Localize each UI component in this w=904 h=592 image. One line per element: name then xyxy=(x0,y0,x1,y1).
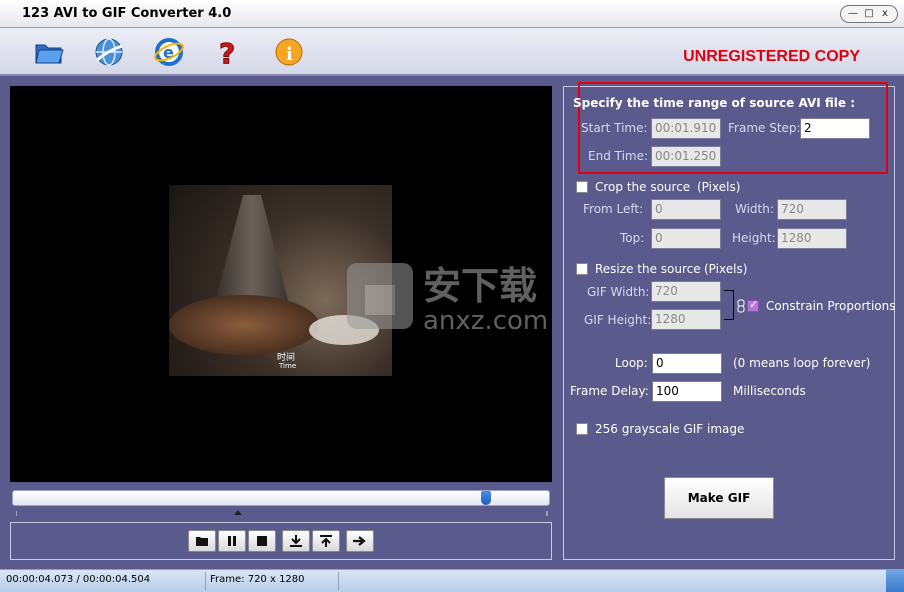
crop-width-label: Width: xyxy=(735,202,774,216)
window-title: 123 AVI to GIF Converter 4.0 xyxy=(22,6,232,21)
gif-width-field[interactable]: 720 xyxy=(651,281,721,302)
seek-thumb[interactable] xyxy=(481,491,491,505)
set-end-button[interactable] xyxy=(312,530,340,552)
next-icon xyxy=(353,536,366,546)
loop-hint: (0 means loop forever) xyxy=(733,356,871,370)
video-scene-pan xyxy=(169,295,319,355)
constrain-proportions-checkbox[interactable] xyxy=(747,298,759,312)
open-file-button[interactable] xyxy=(188,530,216,552)
set-start-button[interactable] xyxy=(282,530,310,552)
frame-step-label: Frame Step: xyxy=(728,121,801,135)
unregistered-label: UNREGISTERED COPY xyxy=(683,48,860,65)
frame-step-field[interactable]: 2 xyxy=(800,118,870,139)
crop-left-field[interactable]: 0 xyxy=(651,199,721,220)
pause-icon xyxy=(228,536,236,546)
crop-from-left-label: From Left: xyxy=(583,202,644,216)
mark-end-icon xyxy=(320,535,332,547)
grayscale-checkbox[interactable] xyxy=(576,423,588,435)
open-folder-icon[interactable] xyxy=(33,36,65,68)
watermark-text: 安下载 xyxy=(423,264,537,308)
svg-text:i: i xyxy=(286,44,293,65)
playback-controls xyxy=(10,522,552,560)
crop-unit-label: (Pixels) xyxy=(697,180,741,194)
mark-start-icon xyxy=(290,535,302,547)
status-divider xyxy=(338,572,339,590)
time-range-heading: Specify the time range of source AVI fil… xyxy=(573,96,855,110)
stop-button[interactable] xyxy=(248,530,276,552)
maximize-button[interactable]: □ xyxy=(862,8,876,20)
constrain-proportions-label: Constrain Proportions xyxy=(766,299,896,313)
status-bar: 00:00:04.073 / 00:00:04.504 Frame: 720 x… xyxy=(0,569,904,592)
resize-unit-label: (Pixels) xyxy=(704,262,748,276)
start-time-field[interactable]: 00:01.910 xyxy=(651,118,721,139)
svg-text:?: ? xyxy=(219,37,235,68)
crop-top-label: Top: xyxy=(620,231,645,245)
frame-delay-label: Frame Delay: xyxy=(570,384,649,398)
loop-label: Loop: xyxy=(615,356,648,370)
next-button[interactable] xyxy=(346,530,374,552)
seek-ticks xyxy=(16,510,548,516)
crop-width-field[interactable]: 720 xyxy=(777,199,847,220)
make-gif-button[interactable]: Make GIF xyxy=(664,477,774,519)
crop-checkbox[interactable] xyxy=(576,181,588,193)
frame-delay-field[interactable]: 100 xyxy=(652,381,722,402)
frame-delay-unit: Milliseconds xyxy=(733,384,806,398)
seek-bar[interactable] xyxy=(12,490,550,506)
crop-height-label: Height: xyxy=(732,231,776,245)
grayscale-label: 256 grayscale GIF image xyxy=(595,422,745,436)
help-icon[interactable]: ? xyxy=(213,36,245,69)
video-caption-english: Time xyxy=(279,362,297,370)
resize-grip[interactable] xyxy=(886,570,904,592)
web-update-icon[interactable] xyxy=(93,36,125,68)
resize-label: Resize the source xyxy=(595,262,701,276)
status-frame-size: Frame: 720 x 1280 xyxy=(210,574,305,585)
watermark-logo: 安下载 anxz.com xyxy=(347,263,548,335)
window-controls: — □ x xyxy=(840,5,898,23)
watermark-domain: anxz.com xyxy=(423,306,548,335)
toolbar: e ? i UNREGISTERED COPY xyxy=(0,28,904,76)
minimize-button[interactable]: — xyxy=(846,8,860,20)
chain-link-icon xyxy=(737,299,745,313)
proportion-bracket xyxy=(724,290,734,320)
loop-field[interactable]: 0 xyxy=(652,353,722,374)
start-time-label: Start Time: xyxy=(581,121,648,135)
title-bar: 123 AVI to GIF Converter 4.0 — □ x xyxy=(0,0,904,28)
info-icon[interactable]: i xyxy=(273,36,305,68)
crop-top-field[interactable]: 0 xyxy=(651,228,721,249)
pause-button[interactable] xyxy=(218,530,246,552)
gif-width-label: GIF Width: xyxy=(587,285,650,299)
status-divider xyxy=(205,572,206,590)
resize-checkbox[interactable] xyxy=(576,263,588,275)
crop-label: Crop the source xyxy=(595,180,691,194)
internet-explorer-icon[interactable]: e xyxy=(153,36,185,68)
end-time-field[interactable]: 00:01.250 xyxy=(651,146,721,167)
crop-height-field[interactable]: 1280 xyxy=(777,228,847,249)
gif-height-label: GIF Height: xyxy=(584,313,652,327)
end-time-label: End Time: xyxy=(588,149,649,163)
close-button[interactable]: x xyxy=(878,8,892,20)
open-folder-icon xyxy=(196,537,208,546)
stop-icon xyxy=(257,536,267,546)
gif-height-field[interactable]: 1280 xyxy=(651,309,721,330)
status-time: 00:00:04.073 / 00:00:04.504 xyxy=(6,574,151,585)
